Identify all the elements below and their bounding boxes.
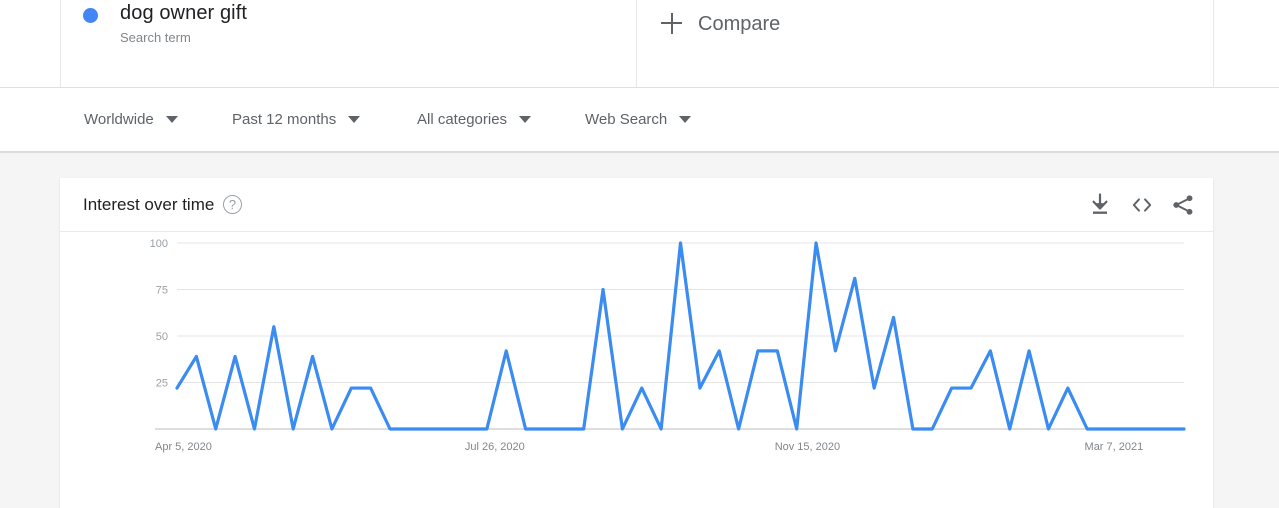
filter-location[interactable]: Worldwide	[84, 88, 178, 151]
filter-bar: Worldwide Past 12 months All categories …	[0, 88, 1279, 153]
embed-icon[interactable]	[1128, 191, 1156, 219]
filter-time-range-label: Past 12 months	[232, 111, 337, 128]
search-term-card[interactable]: dog owner gift Search term	[60, 0, 637, 87]
share-icon[interactable]	[1169, 191, 1197, 219]
chevron-down-icon	[348, 116, 361, 123]
chevron-down-icon	[679, 116, 692, 123]
x-axis-tick-label: Mar 7, 2021	[1085, 441, 1144, 453]
x-axis-tick-label: Nov 15, 2020	[775, 441, 840, 453]
compare-label: Compare	[698, 13, 781, 35]
compare-card[interactable]: Compare	[637, 0, 1214, 87]
y-axis-tick-label: 100	[150, 238, 168, 250]
trend-chart[interactable]: 25 50 75 100 Apr 5, 2020 Jul 26, 2020 Nov 15, …	[60, 232, 1213, 508]
card-title: Interest over time	[83, 195, 215, 214]
filter-search-type[interactable]: Web Search	[585, 88, 692, 151]
filter-search-type-label: Web Search	[585, 111, 668, 128]
y-axis-tick-label: 75	[156, 285, 168, 297]
query-row: dog owner gift Search term Compare	[0, 0, 1279, 88]
download-icon[interactable]	[1086, 191, 1114, 219]
y-axis-tick-label: 25	[156, 378, 168, 390]
series-color-dot	[83, 8, 98, 23]
interest-over-time-card: Interest over time ? 25 50 75 100 Apr 5,…	[60, 178, 1213, 508]
filter-location-label: Worldwide	[84, 111, 154, 128]
plus-icon	[661, 12, 683, 34]
filter-category-label: All categories	[417, 111, 508, 128]
help-icon[interactable]: ?	[223, 195, 242, 214]
search-term-title: dog owner gift	[120, 2, 248, 24]
chevron-down-icon	[165, 116, 178, 123]
x-axis-tick-label: Apr 5, 2020	[155, 441, 212, 453]
filter-time-range[interactable]: Past 12 months	[232, 88, 361, 151]
x-axis-tick-label: Jul 26, 2020	[465, 441, 525, 453]
filter-category[interactable]: All categories	[417, 88, 532, 151]
trend-chart-svg: 25 50 75 100 Apr 5, 2020 Jul 26, 2020 Nov 15, …	[150, 238, 1186, 453]
chevron-down-icon	[519, 116, 532, 123]
search-term-subtitle: Search term	[120, 30, 191, 45]
y-axis-tick-label: 50	[156, 331, 168, 343]
card-header: Interest over time ?	[60, 178, 1213, 232]
